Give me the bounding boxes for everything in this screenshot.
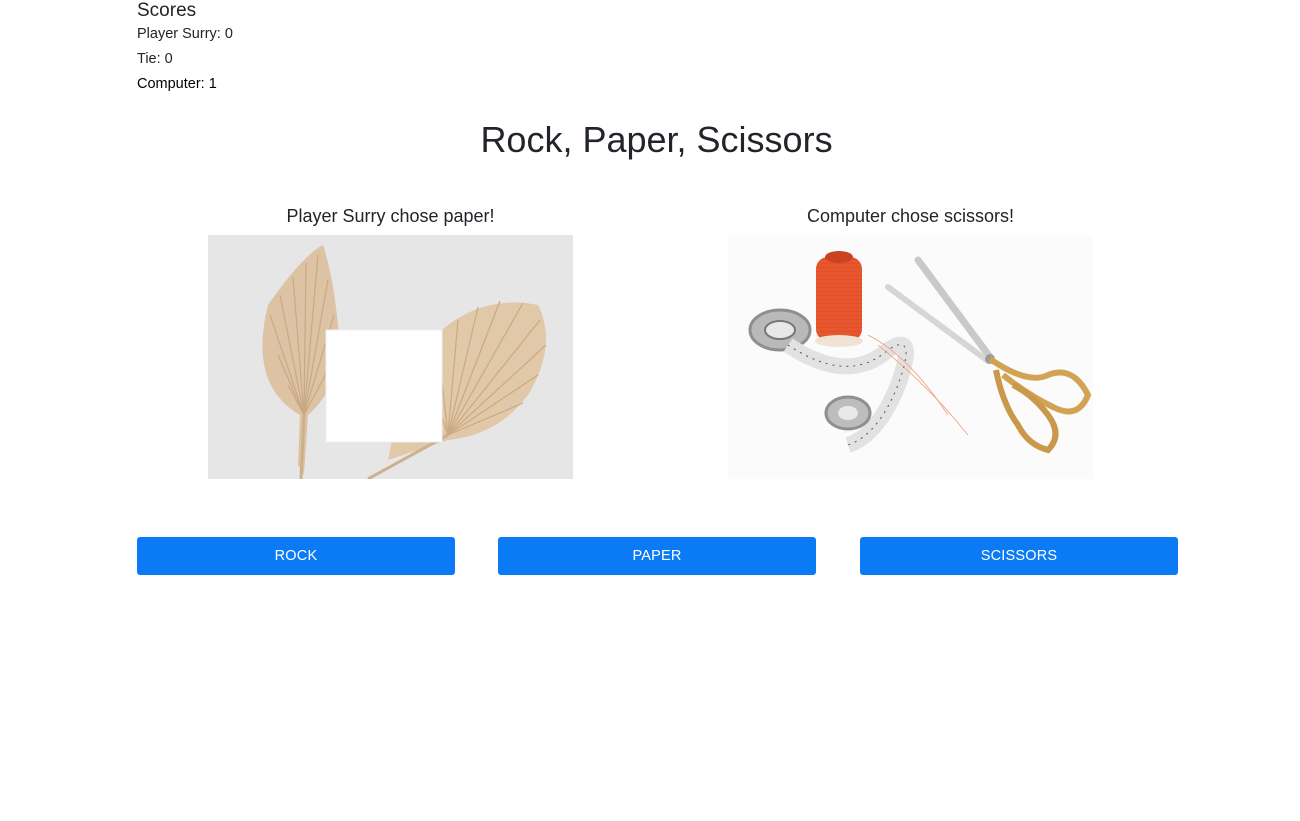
thread-spool (815, 251, 863, 347)
scores-heading: Scores (137, 0, 197, 21)
computer-choice-text: Computer chose scissors! (806, 206, 1015, 226)
scores-panel: Scores Player Surry: 0 Tie: 0 Computer: … (137, 0, 437, 97)
paper-image (208, 235, 573, 479)
scissors-image (728, 235, 1093, 479)
scissors-button[interactable]: SCISSORS (860, 537, 1178, 575)
computer-score: Computer: 1 (137, 76, 217, 92)
player-choice-text: Player Surry chose paper! (286, 206, 495, 226)
player-score: Player Surry: 0 (137, 26, 233, 42)
page-title: Rock, Paper, Scissors (480, 119, 833, 160)
blank-paper-card (325, 329, 443, 443)
rock-button[interactable]: ROCK (137, 537, 455, 575)
paper-button[interactable]: PAPER (498, 537, 816, 575)
tie-score: Tie: 0 (137, 51, 173, 67)
choice-buttons: ROCK PAPER SCISSORS (137, 537, 1178, 575)
computer-choice: Computer chose scissors! (728, 203, 1093, 479)
player-choice: Player Surry chose paper! (208, 203, 573, 479)
